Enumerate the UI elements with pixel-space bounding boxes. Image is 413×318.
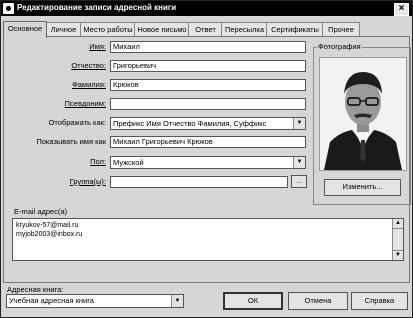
photo-group: Фотография Изменить... xyxy=(313,42,411,205)
show-name-as-field[interactable]: Михаил Григорьевич Крюков xyxy=(110,136,306,148)
tab-personal[interactable]: Личное xyxy=(45,22,82,37)
show-name-as-label: Показывать имя как xyxy=(36,137,106,146)
display-as-label: Отображать как: xyxy=(48,118,106,127)
scroll-down-icon[interactable]: ▼ xyxy=(393,250,403,260)
email-label: E-mail адрес(а) xyxy=(14,207,67,216)
email-label-text: E-mail адрес(а) xyxy=(14,207,68,216)
first-name-field[interactable]: Михаил xyxy=(110,41,306,53)
photo-group-title: Фотография xyxy=(317,42,362,51)
middle-name-field[interactable]: Григорьевич xyxy=(110,60,306,72)
groups-label: Группа(ы): xyxy=(69,177,106,186)
email-item[interactable]: myjob2003@inbox.ru xyxy=(13,230,403,239)
nickname-field[interactable] xyxy=(110,98,306,110)
display-as-select[interactable]: Префикс Имя Отчество Фамилия, Суффикс ▼ xyxy=(110,117,306,130)
contact-photo xyxy=(319,57,407,171)
tab-main[interactable]: Основное xyxy=(3,21,47,38)
nickname-label: Псевдоним: xyxy=(64,99,106,108)
email-scrollbar[interactable]: ▲ ▼ xyxy=(392,219,403,260)
tab-workplace[interactable]: Место работы xyxy=(80,22,136,37)
email-item[interactable]: kryukov-57@mail.ru xyxy=(13,221,403,230)
first-name-label: Имя: xyxy=(89,42,106,51)
tab-strip: Основное Личное Место работы Новое письм… xyxy=(3,21,412,38)
window-title: Редактирование записи адресной книги xyxy=(17,3,177,12)
close-icon[interactable]: × xyxy=(394,3,409,16)
address-book-label: Адресная книга: xyxy=(7,285,64,294)
groups-field[interactable] xyxy=(110,176,288,188)
ok-button[interactable]: ОК xyxy=(223,292,283,310)
chevron-down-icon[interactable]: ▼ xyxy=(171,295,183,307)
email-list[interactable]: kryukov-57@mail.ru myjob2003@inbox.ru ▲ … xyxy=(12,218,404,261)
edit-contact-dialog: Редактирование записи адресной книги × О… xyxy=(0,0,413,318)
scroll-up-icon[interactable]: ▲ xyxy=(393,219,403,229)
last-name-field[interactable]: Крюков xyxy=(110,79,306,91)
display-as-value: Префикс Имя Отчество Фамилия, Суффикс xyxy=(113,119,267,128)
person-portrait-icon xyxy=(320,58,406,170)
address-book-select[interactable]: Учебная адресная книга ▼ xyxy=(6,294,184,308)
groups-browse-button[interactable]: ... xyxy=(291,175,307,188)
main-tab-panel: Имя: Михаил Отчество: Григорьевич Фамили… xyxy=(3,36,411,283)
cancel-button[interactable]: Отмена xyxy=(288,292,348,310)
last-name-label: Фамилия: xyxy=(72,80,106,89)
gender-label: Пол: xyxy=(90,157,106,166)
change-photo-button[interactable]: Изменить... xyxy=(324,179,401,196)
middle-name-label: Отчество: xyxy=(71,61,106,70)
chevron-down-icon[interactable]: ▼ xyxy=(293,157,305,168)
address-book-value: Учебная адресная книга xyxy=(9,296,94,305)
title-bar: Редактирование записи адресной книги × xyxy=(1,1,412,16)
app-icon xyxy=(3,3,14,14)
help-button[interactable]: Справка xyxy=(351,292,408,310)
tab-reply[interactable]: Ответ xyxy=(188,22,223,37)
tab-new-message[interactable]: Новое письмо xyxy=(134,22,190,37)
gender-select[interactable]: Мужской ▼ xyxy=(110,156,306,169)
tab-certificates[interactable]: Сертификаты xyxy=(266,22,324,37)
chevron-down-icon[interactable]: ▼ xyxy=(293,118,305,129)
gender-value: Мужской xyxy=(113,158,144,167)
tab-forward[interactable]: Пересылка xyxy=(221,22,268,37)
tab-other[interactable]: Прочее xyxy=(322,22,360,37)
